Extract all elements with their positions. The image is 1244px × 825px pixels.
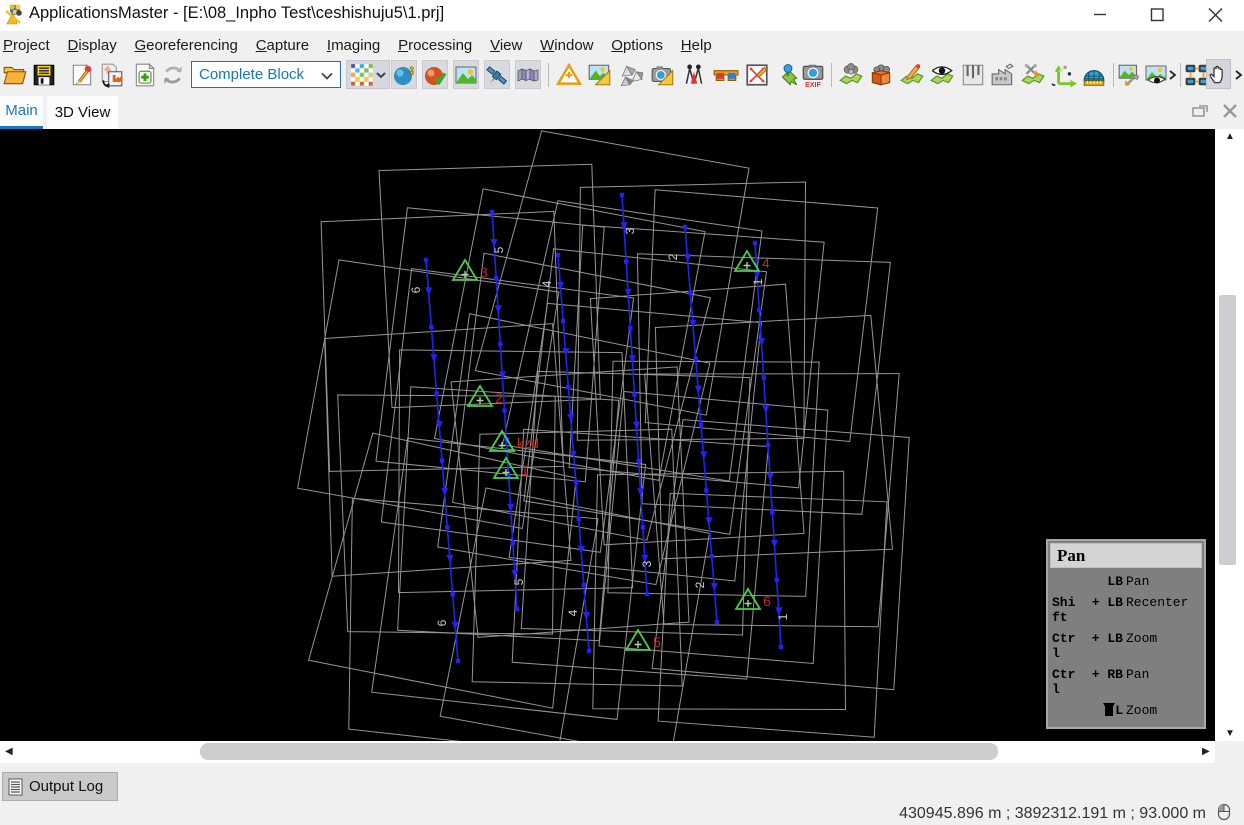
svg-text:5: 5 (653, 634, 661, 650)
svg-text:6: 6 (763, 593, 771, 609)
svg-text:kzd: kzd (517, 435, 539, 451)
svg-text:6: 6 (435, 619, 449, 626)
svg-text:3: 3 (640, 560, 654, 567)
svg-text:3: 3 (480, 264, 488, 280)
svg-text:5: 5 (512, 578, 526, 585)
svg-text:1: 1 (751, 278, 765, 285)
svg-text:2: 2 (693, 581, 707, 588)
svg-text:5: 5 (492, 246, 506, 253)
svg-text:1: 1 (521, 462, 529, 478)
svg-text:3: 3 (623, 227, 637, 234)
svg-text:1: 1 (776, 613, 790, 620)
svg-text:4: 4 (540, 280, 554, 287)
svg-text:EXIF: EXIF (805, 81, 821, 87)
svg-text:6: 6 (409, 286, 423, 293)
svg-text:2: 2 (666, 253, 680, 260)
svg-text:4: 4 (566, 609, 580, 616)
svg-text:4: 4 (762, 255, 770, 271)
svg-text:2: 2 (495, 390, 503, 406)
